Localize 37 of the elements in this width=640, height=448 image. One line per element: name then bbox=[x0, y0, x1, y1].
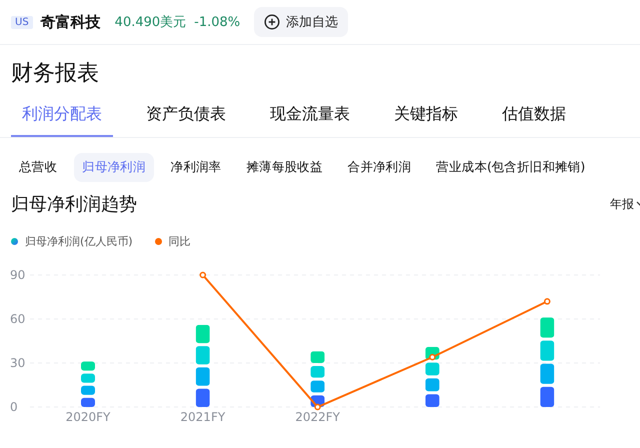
metric-tab[interactable]: 净利润率 bbox=[162, 153, 230, 182]
y-axis-label: 60 bbox=[10, 312, 26, 326]
x-axis-label: 2022FY bbox=[295, 410, 340, 424]
data-point bbox=[429, 354, 436, 360]
stock-name: 奇富科技 bbox=[40, 12, 101, 32]
page-title: 财务报表 bbox=[10, 60, 100, 88]
legend-dot bbox=[11, 238, 18, 245]
data-point bbox=[200, 272, 206, 278]
data-point bbox=[314, 404, 321, 410]
y-axis-label: 0 bbox=[10, 400, 18, 414]
section-title: 归母净利润趋势 bbox=[11, 193, 137, 216]
plus-circle-icon bbox=[264, 14, 280, 30]
stacked-bar bbox=[81, 362, 95, 407]
period-dropdown[interactable]: 年报 bbox=[610, 196, 640, 212]
metric-tab[interactable]: 营业成本(包含折旧和摊销) bbox=[428, 153, 594, 182]
report-tab[interactable]: 关键指标 bbox=[383, 96, 469, 137]
y-axis-label: 90 bbox=[10, 268, 26, 282]
x-axis-label: 2021FY bbox=[180, 410, 226, 424]
report-tab[interactable]: 估值数据 bbox=[491, 96, 577, 137]
legend-label: 同比 bbox=[168, 234, 191, 249]
legend-label: 归母净利润(亿人民币) bbox=[25, 234, 133, 249]
stock-price: 40.490美元 bbox=[114, 14, 186, 31]
metric-tab[interactable]: 合并净利润 bbox=[340, 153, 420, 182]
data-point bbox=[544, 298, 550, 305]
x-axis-label: 2020FY bbox=[66, 410, 110, 424]
stacked-bar bbox=[310, 351, 325, 407]
metric-tab[interactable]: 归母净利润 bbox=[74, 153, 154, 182]
metric-tab[interactable]: 总营收 bbox=[11, 153, 66, 182]
report-tab[interactable]: 资产负债表 bbox=[135, 96, 237, 137]
stacked-bar bbox=[425, 346, 440, 407]
report-tab[interactable]: 现金流量表 bbox=[259, 96, 361, 137]
add-watchlist-button[interactable]: 添加自选 bbox=[254, 7, 348, 37]
y-axis-label: 30 bbox=[10, 356, 26, 370]
price-change: -1.08% bbox=[194, 14, 240, 30]
report-tab[interactable]: 利润分配表 bbox=[11, 96, 113, 137]
metric-tab[interactable]: 摊薄每股收益 bbox=[238, 153, 331, 182]
market-badge: US bbox=[11, 16, 33, 28]
